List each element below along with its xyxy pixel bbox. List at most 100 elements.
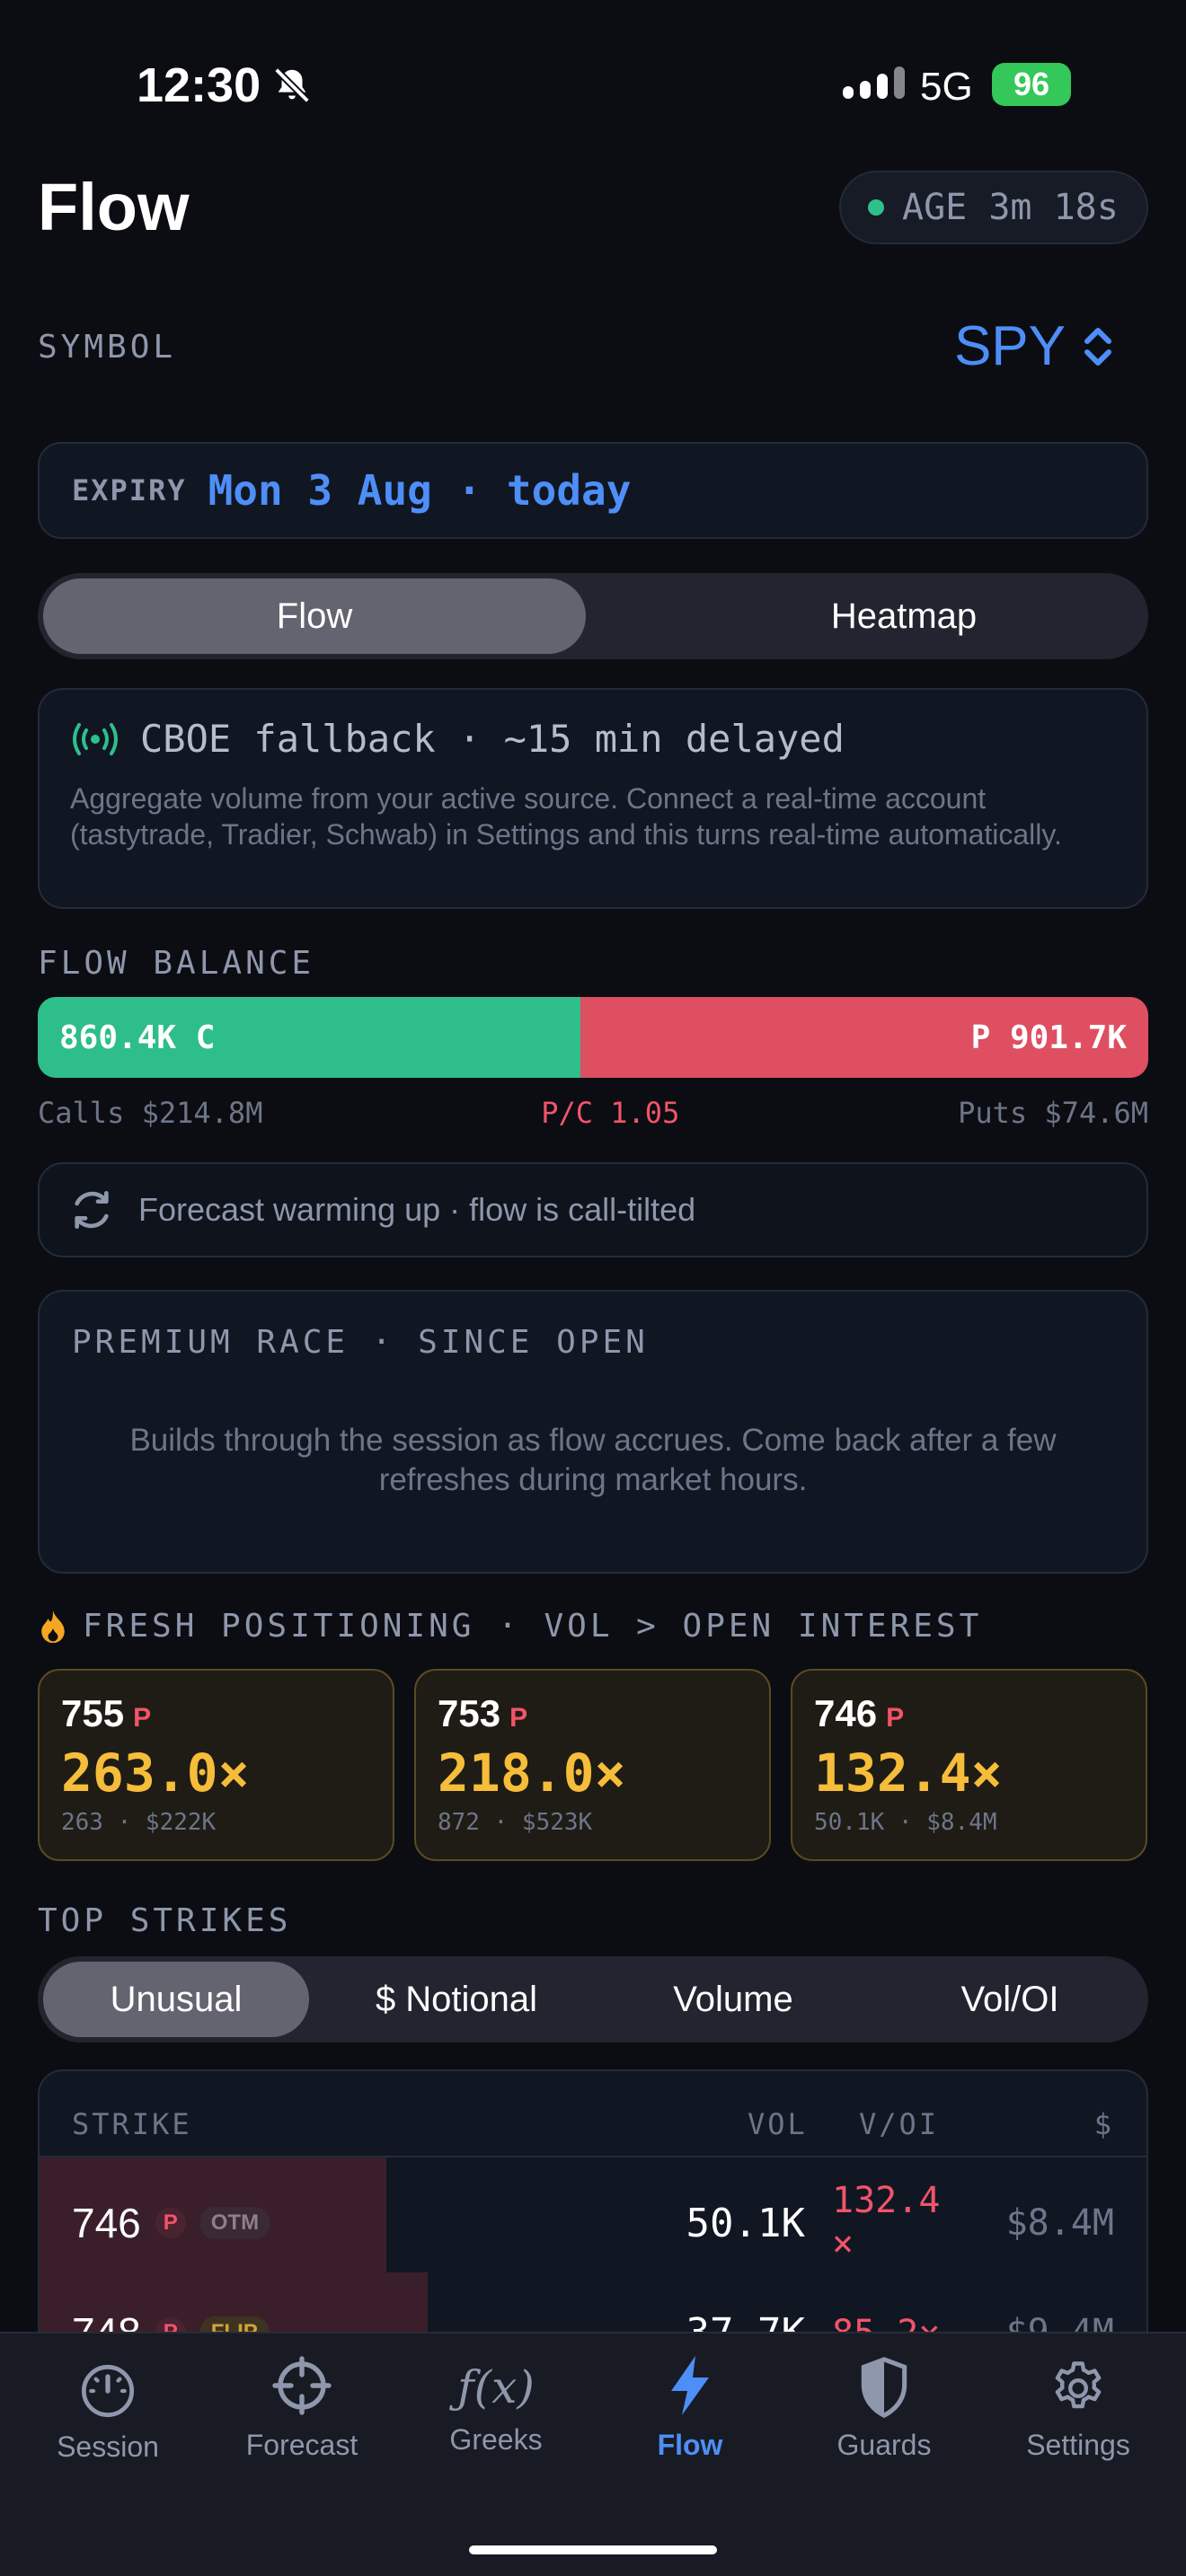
table-row[interactable]: 746 P OTM 50.1K 132.4 × $8.4M	[40, 2157, 1146, 2290]
fresh-positioning-header: FRESH POSITIONING · VOL > OPEN INTEREST	[38, 1608, 982, 1645]
row-strike: 746	[72, 2200, 141, 2246]
age-badge: AGE 3m 18s	[839, 171, 1148, 244]
puts-premium: Puts $74.6M	[958, 1096, 1148, 1130]
fresh-card-detail: 872 · $523K	[438, 1809, 593, 1836]
fresh-card-type: P	[886, 1703, 905, 1733]
symbol-value: SPY	[953, 315, 1066, 377]
tab-bar-label: Forecast	[245, 2429, 358, 2461]
tab-flow[interactable]: Flow	[43, 578, 586, 654]
row-voi-suffix: ×	[832, 2223, 854, 2264]
forecast-text: Forecast warming up · flow is call-tilte…	[138, 1191, 696, 1228]
tab-bar-label: Settings	[1026, 2429, 1130, 2461]
source-description: Aggregate volume from your active source…	[70, 782, 1062, 851]
broadcast-icon	[73, 722, 118, 755]
row-vol: 50.1K	[686, 2201, 805, 2246]
top-strikes-segmented-control: Unusual $ Notional Volume Vol/OI	[38, 1956, 1148, 2042]
expiry-label: EXPIRY	[72, 473, 187, 507]
fresh-card-strike: 746	[814, 1692, 878, 1734]
refresh-icon	[75, 1191, 109, 1229]
symbol-label: SYMBOL	[38, 329, 177, 366]
flow-balance-footer: Calls $214.8M P/C 1.05 Puts $74.6M	[38, 1096, 1148, 1130]
tab-bar-label: Guards	[836, 2429, 932, 2461]
bell-muted-icon	[271, 65, 313, 110]
tab-bar-session[interactable]: Session	[18, 2362, 198, 2464]
crosshair-icon	[272, 2356, 332, 2415]
fresh-card-ratio: 263.0×	[61, 1742, 250, 1804]
fresh-card-detail: 263 · $222K	[61, 1809, 217, 1836]
age-value: 3m 18s	[988, 187, 1119, 228]
tab-bar-label: Session	[57, 2430, 159, 2463]
row-voi-value: 132.4	[832, 2180, 941, 2221]
tab-bar-greeks[interactable]: ƒ(x) Greeks	[406, 2360, 586, 2457]
tab-bar-guards[interactable]: Guards	[794, 2357, 974, 2462]
home-indicator	[469, 2545, 717, 2554]
column-header-strike: STRIKE	[72, 2107, 192, 2141]
tab-heatmap[interactable]: Heatmap	[633, 578, 1175, 654]
calls-premium: Calls $214.8M	[38, 1096, 263, 1130]
fresh-card-strike: 753	[438, 1692, 501, 1734]
flow-balance-bar: 860.4K C P 901.7K	[38, 997, 1148, 1078]
source-title: CBOE fallback · ~15 min delayed	[140, 717, 845, 761]
fresh-card-type: P	[509, 1703, 528, 1733]
column-header-voi: V/OI	[859, 2107, 940, 2141]
data-source-card: CBOE fallback · ~15 min delayed Aggregat…	[38, 688, 1148, 909]
tab-bar: Session Forecast ƒ(x) Greeks Flow Guards…	[0, 2332, 1186, 2576]
page-title: Flow	[38, 170, 190, 244]
fresh-card-ratio: 132.4×	[814, 1742, 1003, 1804]
fresh-card[interactable]: 746 P 132.4× 50.1K · $8.4M	[791, 1669, 1147, 1861]
fresh-card[interactable]: 755 P 263.0× 263 · $222K	[38, 1669, 394, 1861]
fresh-card-detail: 50.1K · $8.4M	[814, 1809, 997, 1836]
chevron-up-down-icon	[1084, 327, 1111, 366]
row-voi: 132.4 ×	[832, 2179, 940, 2265]
tab-bar-flow[interactable]: Flow	[600, 2353, 780, 2462]
tab-vol-oi[interactable]: Vol/OI	[877, 1962, 1143, 2037]
calls-volume-label: 860.4K C	[59, 1019, 216, 1056]
calls-segment: 860.4K C	[38, 997, 580, 1078]
tab-bar-settings[interactable]: Settings	[988, 2359, 1168, 2462]
tab-bar-forecast[interactable]: Forecast	[212, 2353, 392, 2462]
flame-icon	[41, 1610, 65, 1643]
flow-balance-label: FLOW BALANCE	[38, 945, 315, 982]
status-time: 12:30	[137, 58, 261, 112]
row-notional: $8.4M	[1005, 2202, 1114, 2244]
symbol-picker[interactable]: SPY	[954, 314, 1116, 378]
signal-icon	[843, 66, 905, 99]
battery-level: 96	[1013, 66, 1050, 102]
pc-ratio: P/C 1.05	[541, 1096, 680, 1130]
tab-volume[interactable]: Volume	[600, 1962, 866, 2037]
view-segmented-control: Flow Heatmap	[38, 573, 1148, 659]
expiry-selector[interactable]: EXPIRY Mon 3 Aug · today	[38, 442, 1148, 539]
row-tag: OTM	[199, 2207, 270, 2239]
shield-icon	[861, 2357, 907, 2418]
network-type: 5G	[920, 65, 973, 109]
function-icon: ƒ(x)	[457, 2361, 535, 2413]
fresh-positioning-cards: 755 P 263.0× 263 · $222K 753 P 218.0× 872 …	[38, 1669, 1148, 1861]
battery-icon: 96	[992, 63, 1071, 106]
live-dot-icon	[868, 199, 884, 216]
fresh-card-ratio: 218.0×	[438, 1742, 626, 1804]
premium-race-body: Builds through the session as flow accru…	[129, 1423, 1057, 1497]
column-header-notional: $	[1093, 2107, 1114, 2141]
status-bar: 12:30 5G 96	[0, 0, 1186, 171]
gear-icon	[1055, 2361, 1102, 2409]
premium-race-title: PREMIUM RACE · SINCE OPEN	[72, 1324, 649, 1361]
tab-bar-label: Greeks	[449, 2423, 543, 2456]
gauge-icon	[81, 2364, 135, 2418]
fresh-positioning-title: FRESH POSITIONING · VOL > OPEN INTEREST	[83, 1608, 983, 1645]
puts-segment: P 901.7K	[580, 997, 1148, 1078]
column-header-vol: VOL	[748, 2107, 808, 2141]
premium-race-card: PREMIUM RACE · SINCE OPEN Builds through…	[38, 1290, 1148, 1574]
tab-bar-label: Flow	[657, 2429, 723, 2461]
top-strikes-label: TOP STRIKES	[38, 1902, 292, 1939]
lightning-bolt-icon	[671, 2356, 709, 2415]
fresh-card-type: P	[133, 1703, 152, 1733]
expiry-value: Mon 3 Aug · today	[208, 466, 632, 515]
tab-unusual[interactable]: Unusual	[43, 1962, 309, 2037]
fresh-card-strike: 755	[61, 1692, 125, 1734]
tab-notional[interactable]: $ Notional	[323, 1962, 589, 2037]
puts-volume-label: P 901.7K	[970, 1019, 1127, 1056]
row-type: P	[155, 2208, 186, 2238]
age-label: AGE	[902, 187, 968, 228]
fresh-card[interactable]: 753 P 218.0× 872 · $523K	[414, 1669, 771, 1861]
forecast-status: Forecast warming up · flow is call-tilte…	[38, 1162, 1148, 1257]
